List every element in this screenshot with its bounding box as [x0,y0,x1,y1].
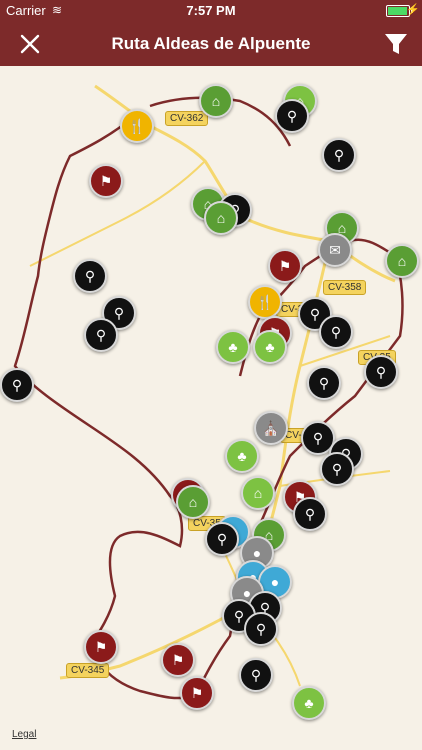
campsite-icon[interactable]: ⌂ [176,485,210,519]
restaurant-icon[interactable]: 🍴 [248,285,282,319]
info-icon[interactable]: ✉ [318,233,352,267]
picnic-icon[interactable]: ♣ [292,686,326,720]
info-icon[interactable]: ⛪ [254,411,288,445]
campsite-icon[interactable]: ⌂ [241,476,275,510]
campsite-icon[interactable]: ⌂ [204,201,238,235]
magnifier-icon[interactable]: ⚲ [84,318,118,352]
magnifier-icon[interactable]: ⚲ [293,497,327,531]
road-label: CV-362 [165,111,209,126]
road-label: CV-358 [323,280,367,295]
magnifier-icon[interactable]: ⚲ [0,368,34,402]
filter-button[interactable] [380,28,412,60]
magnifier-icon[interactable]: ⚲ [239,658,273,692]
picnic-icon[interactable]: ♣ [225,439,259,473]
magnifier-icon[interactable]: ⚲ [73,259,107,293]
restaurant-icon[interactable]: 🍴 [120,109,154,143]
magnifier-icon[interactable]: ⚲ [322,138,356,172]
info-icon[interactable]: ⚑ [180,676,214,710]
status-bar: Carrier ≋ 7:57 PM ⚡ [0,0,422,22]
campsite-icon[interactable]: ⌂ [385,244,419,278]
info-icon[interactable]: ⚑ [161,643,195,677]
map[interactable]: CV-362 CV-358 CV-35 CV-35 CV-35 CV-35 CV… [0,66,422,750]
info-icon[interactable]: ⚑ [89,164,123,198]
magnifier-icon[interactable]: ⚲ [307,366,341,400]
road-label: CV-345 [66,663,110,678]
charging-icon: ⚡ [406,4,420,16]
magnifier-icon[interactable]: ⚲ [320,452,354,486]
nav-bar: Ruta Aldeas de Alpuente [0,22,422,66]
magnifier-icon[interactable]: ⚲ [364,355,398,389]
picnic-icon[interactable]: ♣ [216,330,250,364]
map-roads [13,84,404,700]
info-icon[interactable]: ⚑ [84,630,118,664]
magnifier-icon[interactable]: ⚲ [205,522,239,556]
magnifier-icon[interactable]: ⚲ [319,315,353,349]
legal-link[interactable]: Legal [12,729,36,740]
page-title: Ruta Aldeas de Alpuente [111,34,311,53]
filter-icon [385,34,407,54]
magnifier-icon[interactable]: ⚲ [244,612,278,646]
info-icon[interactable]: ⚑ [268,249,302,283]
campsite-icon[interactable]: ⌂ [199,84,233,118]
magnifier-icon[interactable]: ⚲ [275,99,309,133]
status-time: 7:57 PM [186,3,236,18]
picnic-icon[interactable]: ♣ [253,330,287,364]
